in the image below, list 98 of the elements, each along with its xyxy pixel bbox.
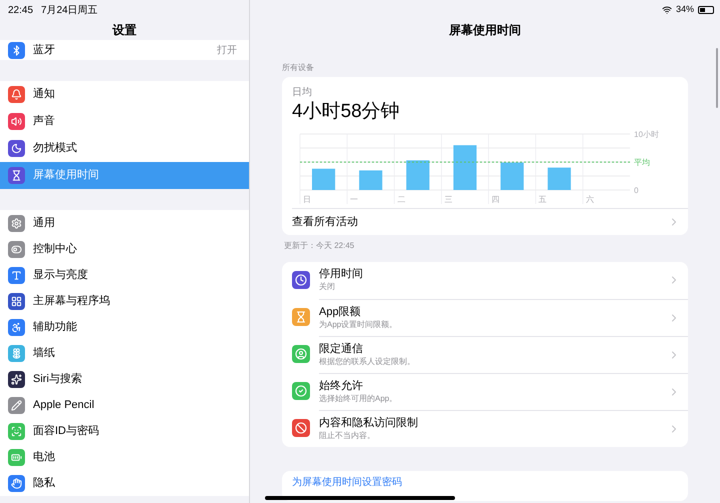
option-row[interactable]: App限额 为App设置时间限额。 [282,298,688,336]
average-label: 平均 [634,158,650,167]
wifi-icon [662,5,672,15]
sidebar-item-label: Siri与搜索 [33,372,83,387]
sidebar-item[interactable]: Siri与搜索 [0,366,249,392]
sidebar-item[interactable]: 通知 [0,81,249,108]
speaker-icon [8,113,25,130]
sidebar-item[interactable]: 隐私 [0,470,249,496]
axis-label: 10小时 [634,130,659,139]
battery-percent: 34% [676,3,694,16]
set-passcode-link[interactable]: 为屏幕使用时间设置密码 [292,474,402,490]
axis-label: 五 [538,194,547,204]
option-row[interactable]: 限定通信 根据您的联系人设定限制。 [282,336,688,373]
sidebar-item[interactable]: 控制中心 [0,236,249,262]
settings-icon [8,214,25,232]
axis-label: 三 [444,194,452,204]
bar [453,144,477,190]
option-title: 停用时间 [319,268,364,282]
option-subtitle: 选择始终可用的App。 [319,394,398,404]
sidebar-item-label: 面容ID与密码 [33,424,100,439]
option-title: App限额 [319,306,362,320]
pencil-icon [8,396,25,414]
bar [548,167,571,190]
sidebar-item[interactable]: 显示与亮度 [0,262,249,288]
checkmark-icon [292,382,310,400]
updated-time: 更新于：今天 22:45 [284,240,356,252]
sidebar-item-label: 屏幕使用时间 [33,168,100,184]
sidebar-item-label: 通用 [33,216,56,231]
moon-icon [8,140,25,157]
prohibited-icon [292,419,310,438]
battery-icon [8,448,25,466]
sidebar-item[interactable]: 面容ID与密码 [0,418,249,444]
status-date: 7月24日周五 [41,4,98,18]
sidebar-item-label: 勿扰模式 [33,141,78,156]
sidebar-item-label: 声音 [33,114,56,130]
sidebar-title: 设置 [112,22,136,39]
option-subtitle: 阻止不当内容。 [319,430,376,441]
option-title: 始终允许 [319,380,364,394]
axis-label: 二 [397,194,406,204]
option-title: 内容和隐私访问限制 [319,416,419,431]
bar [312,168,336,190]
option-subtitle: 为App设置时间限额。 [319,320,398,330]
clock-icon [292,271,310,290]
sidebar-item[interactable]: 蓝牙 打开 [0,40,249,60]
axis-label: 四 [492,194,500,204]
option-row[interactable]: 始终允许 选择始终可用的App。 [282,372,688,410]
page-title: 屏幕使用时间 [449,22,521,39]
axis-label: 一 [350,194,358,204]
sidebar-item[interactable]: 电池 [0,444,249,470]
battery-icon [698,6,714,14]
bar [406,160,430,190]
sidebar-item-label: 主屏幕与程序坞 [33,294,111,309]
sidebar-item-label: Apple Pencil [33,398,96,413]
person-icon [292,345,310,364]
axis-label: 六 [586,194,594,204]
sidebar-item-label: 电池 [33,450,56,465]
sidebar-item-label: 辅助功能 [33,320,78,335]
all-activity-row[interactable]: 查看所有活动 [292,208,688,235]
sidebar-item[interactable]: 主屏幕与程序坞 [0,288,249,314]
daily-average-value: 4小时58分钟 [292,100,401,124]
toggle-icon [8,240,25,258]
sidebar-item[interactable]: 声音 [0,108,249,135]
sidebar-item-label: 控制中心 [33,242,78,257]
sidebar-item-label: 显示与亮度 [33,268,89,283]
bar [500,162,524,190]
hand-icon [8,474,25,492]
face-scan-icon [8,422,25,440]
accessibility-icon [8,318,25,336]
bar [359,170,382,190]
summary-label: 日均 [292,86,313,100]
sidebar-item-label: 通知 [33,86,56,102]
text-size-icon [8,266,25,284]
bluetooth-icon [8,42,25,58]
sidebar-item[interactable]: 通用 [0,210,249,236]
option-row[interactable]: 内容和隐私访问限制 阻止不当内容。 [282,410,688,447]
option-subtitle: 关闭 [319,282,336,292]
sidebar-item[interactable]: 勿扰模式 [0,135,249,162]
grid-icon [8,292,25,310]
sidebar-item[interactable]: Apple Pencil [0,392,249,418]
hourglass-icon [8,167,25,184]
section-label: 所有设备 [282,62,315,74]
axis-label: 0 [634,186,638,195]
option-row[interactable]: 停用时间 关闭 [282,262,688,299]
sidebar-item-label: 隐私 [33,476,56,491]
scrollbar [716,48,718,108]
sidebar-item[interactable]: 墙纸 [0,340,249,366]
option-subtitle: 根据您的联系人设定限制。 [319,356,416,367]
hourglass-icon [292,308,310,326]
flower-icon [8,344,25,362]
sidebar-item-value: 打开 [217,44,237,58]
axis-label: 日 [303,194,311,204]
sparkle-icon [8,370,25,388]
sidebar-item-label: 墙纸 [33,346,56,361]
option-title: 限定通信 [319,342,364,357]
notification-icon [8,86,25,103]
status-time: 22:45 [8,4,34,18]
sidebar-item-label: 蓝牙 [33,42,56,58]
sidebar-item[interactable]: 辅助功能 [0,314,249,340]
